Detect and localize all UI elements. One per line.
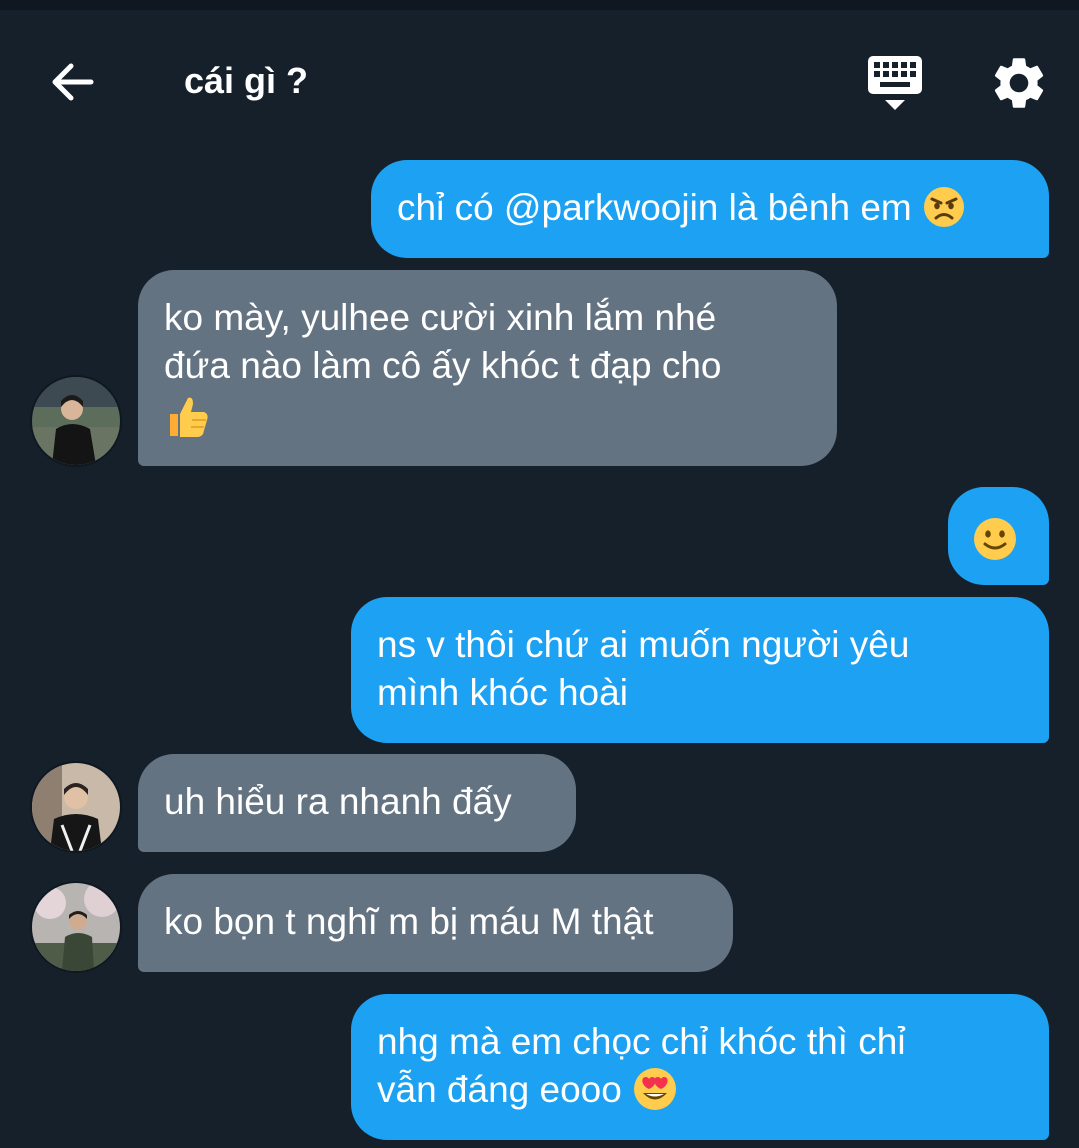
avatar-1-image xyxy=(32,377,120,465)
keyboard-icon xyxy=(868,56,922,110)
message-bubble-outgoing[interactable]: chỉ có @parkwoojin là bênh em xyxy=(371,160,1049,258)
message-bubble-outgoing[interactable]: nhg mà em chọc chỉ khóc thì chỉ vẫn đáng… xyxy=(351,994,1049,1140)
avatar-3-image xyxy=(32,883,120,971)
message-text: đứa nào làm cô ấy khóc t đạp cho xyxy=(164,345,722,386)
status-bar-strip xyxy=(0,0,1079,10)
message-bubble-incoming[interactable]: ko mày, yulhee cười xinh lắm nhé đứa nào… xyxy=(138,270,837,466)
angry-face-emoji xyxy=(924,187,964,228)
avatar[interactable] xyxy=(30,375,122,467)
avatar[interactable] xyxy=(30,881,122,973)
message-text: uh hiểu ra nhanh đấy xyxy=(164,781,512,822)
message-text: chỉ có @parkwoojin là bênh em xyxy=(397,187,912,228)
message-text: ns v thôi chứ ai muốn người yêu xyxy=(377,624,910,665)
keyboard-button[interactable] xyxy=(864,54,928,114)
thumbs-up-emoji xyxy=(170,397,208,438)
message-text: ko mày, yulhee cười xinh lắm nhé xyxy=(164,297,717,338)
message-text: ko bọn t nghĩ m bị máu M thật xyxy=(164,901,654,942)
message-bubble-outgoing[interactable] xyxy=(948,487,1049,585)
avatar[interactable] xyxy=(30,761,122,853)
message-text: nhg mà em chọc chỉ khóc thì chỉ xyxy=(377,1021,906,1062)
settings-button[interactable] xyxy=(988,52,1050,114)
message-text: vẫn đáng eooo xyxy=(377,1069,622,1110)
message-bubble-incoming[interactable]: ko bọn t nghĩ m bị máu M thật xyxy=(138,874,733,972)
arrow-left-icon xyxy=(52,63,94,101)
back-button[interactable] xyxy=(40,56,104,108)
slightly-smiling-face-emoji xyxy=(974,518,1016,561)
message-bubble-incoming[interactable]: uh hiểu ra nhanh đấy xyxy=(138,754,576,852)
heart-eyes-emoji xyxy=(634,1068,677,1111)
message-bubble-outgoing[interactable]: ns v thôi chứ ai muốn người yêu mình khó… xyxy=(351,597,1049,743)
gear-icon xyxy=(994,58,1044,108)
avatar-2-image xyxy=(32,763,120,851)
conversation-title[interactable]: cái gì ? xyxy=(184,60,308,102)
conversation-header: cái gì ? xyxy=(0,10,1079,140)
message-text: mình khóc hoài xyxy=(377,672,628,713)
